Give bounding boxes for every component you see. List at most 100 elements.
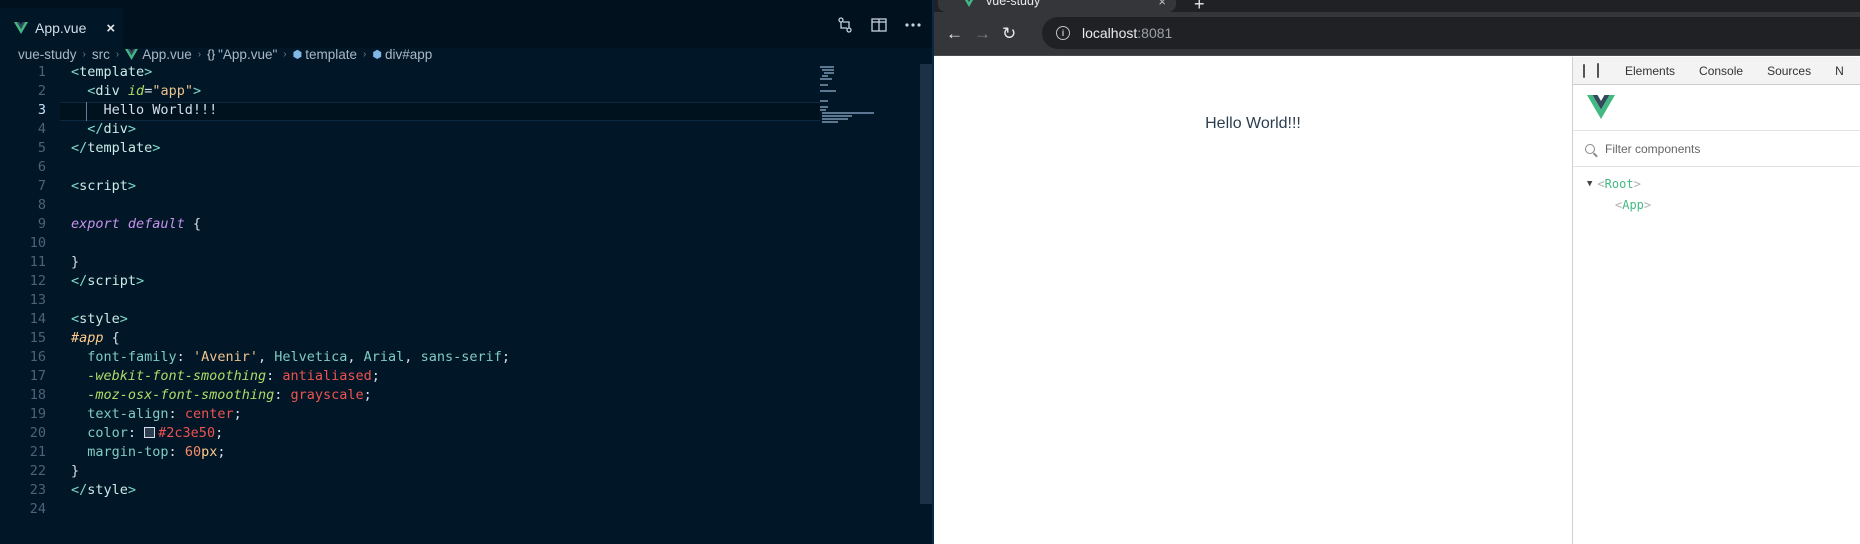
code-line[interactable]: 18 -moz-osx-font-smoothing: grayscale; — [0, 387, 820, 406]
line-text: </style> — [71, 482, 136, 498]
code-token: } — [71, 463, 80, 479]
line-text: Hello World!!! — [71, 102, 218, 118]
code-line[interactable]: 1 <template> — [0, 64, 820, 83]
line-text: } — [71, 463, 79, 479]
line-number: 17 — [29, 368, 46, 384]
breadcrumb-item-src[interactable]: src — [92, 47, 110, 62]
device-toolbar-icon[interactable] — [1597, 63, 1599, 78]
code-token: </ — [87, 121, 104, 137]
code-token: : — [127, 425, 145, 441]
tree-node-root[interactable]: ▼ < Root > — [1587, 175, 1641, 193]
breadcrumb-item-file[interactable]: App.vue — [142, 47, 192, 62]
code-line[interactable]: 7 <script> — [0, 178, 820, 197]
code-token: , — [347, 349, 364, 365]
browser-tab-vue-study[interactable]: vue-study × — [938, 0, 1176, 12]
code-line[interactable]: 23 </style> — [0, 482, 820, 501]
address-bar[interactable]: i localhost:8081 — [1042, 17, 1860, 49]
editor-scrollbar[interactable] — [920, 64, 932, 504]
line-text: margin-top: 60px; — [71, 444, 225, 460]
vue-devtools-header — [1573, 85, 1860, 131]
info-icon[interactable]: i — [1056, 26, 1070, 40]
color-swatch[interactable] — [144, 427, 156, 438]
line-number: 12 — [29, 273, 46, 289]
code-line[interactable]: 21 margin-top: 60px; — [0, 444, 820, 463]
more-actions-icon[interactable] — [902, 14, 924, 36]
editor-tab-app-vue[interactable]: App.vue × — [0, 8, 123, 48]
line-number: 3 — [37, 102, 46, 118]
code-line[interactable]: 15 #app { — [0, 330, 820, 349]
code-token: text-align — [87, 406, 169, 422]
code-token: < — [71, 178, 80, 194]
reload-icon[interactable]: ↻ — [1002, 24, 1016, 44]
code-line[interactable]: 12 </script> — [0, 273, 820, 292]
code-token: > — [152, 140, 161, 156]
code-line[interactable]: 8 — [0, 197, 820, 216]
code-line[interactable]: 3 Hello World!!! — [0, 102, 820, 121]
code-line[interactable]: 10 — [0, 235, 820, 254]
code-line[interactable]: 22} — [0, 463, 820, 482]
page-hello-text: Hello World!!! — [1205, 115, 1301, 132]
code-token: > — [144, 64, 153, 80]
code-line[interactable]: 11} — [0, 254, 820, 273]
code-token: ; — [215, 425, 224, 441]
code-token: , — [257, 349, 275, 365]
minimap[interactable] — [820, 64, 920, 124]
code-line[interactable]: 24 — [0, 501, 820, 520]
devtools-tab-network[interactable]: N — [1835, 64, 1844, 78]
code-token: ; — [233, 406, 242, 422]
tree-node-app[interactable]: < App > — [1615, 196, 1651, 214]
line-number: 7 — [37, 178, 46, 194]
expand-triangle-icon[interactable]: ▼ — [1587, 179, 1592, 189]
code-token: Helvetica — [274, 349, 348, 365]
code-token: 'Avenir' — [192, 349, 258, 365]
line-number: 16 — [29, 349, 46, 365]
code-token: export default — [71, 216, 193, 232]
code-token: { — [103, 330, 120, 346]
code-line[interactable]: 13 — [0, 292, 820, 311]
line-text: font-family: 'Avenir', Helvetica, Arial,… — [71, 349, 510, 365]
back-arrow-icon[interactable]: ← — [946, 24, 963, 44]
filter-components-input[interactable] — [1605, 141, 1825, 156]
close-icon[interactable]: × — [106, 20, 115, 37]
braces-icon: {} — [207, 47, 216, 61]
code-line[interactable]: 14 <style> — [0, 311, 820, 330]
code-line[interactable]: 2 <div id="app"> — [0, 83, 820, 102]
close-tab-icon[interactable]: × — [1158, 0, 1166, 9]
line-text: <template> — [71, 64, 152, 80]
code-line[interactable]: 5 </template> — [0, 140, 820, 159]
inspect-element-icon[interactable] — [1583, 63, 1585, 78]
chevron-right-icon: › — [283, 48, 287, 60]
line-number: 19 — [29, 406, 46, 422]
code-token: sans-serif — [420, 349, 502, 365]
code-line[interactable]: 19 text-align: center; — [0, 406, 820, 425]
line-number: 11 — [29, 254, 46, 270]
line-text: <script> — [71, 178, 136, 194]
code-token: -webkit-font-smoothing — [87, 368, 267, 384]
forward-arrow-icon[interactable]: → — [974, 24, 991, 44]
code-token: < — [71, 311, 80, 327]
code-area[interactable]: 1 <template> 2 <div id="app"> 3 Hello World… — [0, 64, 920, 544]
devtools-tab-elements[interactable]: Elements — [1625, 64, 1675, 78]
breadcrumb-item-div-app[interactable]: div#app — [385, 47, 432, 62]
devtools-tab-sources[interactable]: Sources — [1767, 64, 1811, 78]
breadcrumb-item-module[interactable]: "App.vue" — [218, 47, 277, 62]
code-line[interactable]: 17 -webkit-font-smoothing: antialiased; — [0, 368, 820, 387]
breadcrumb-item-template[interactable]: template — [305, 47, 357, 62]
devtools-tab-console[interactable]: Console — [1699, 64, 1743, 78]
code-token: > — [127, 121, 137, 137]
breadcrumb-item-vue-study[interactable]: vue-study — [18, 47, 77, 62]
split-editor-icon[interactable] — [868, 14, 890, 36]
chevron-right-icon: › — [362, 48, 367, 60]
code-line[interactable]: 20 color: #2c3e50; — [0, 425, 820, 444]
code-line[interactable]: 16 font-family: 'Avenir', Helvetica, Ari… — [0, 349, 820, 368]
code-token: color — [87, 425, 128, 441]
code-line[interactable]: 9 export default { — [0, 216, 820, 235]
code-line[interactable]: 4 </div> — [0, 121, 820, 140]
code-line[interactable]: 6 — [0, 159, 820, 178]
compare-changes-icon[interactable] — [834, 14, 856, 36]
code-token: "app" — [152, 83, 193, 99]
